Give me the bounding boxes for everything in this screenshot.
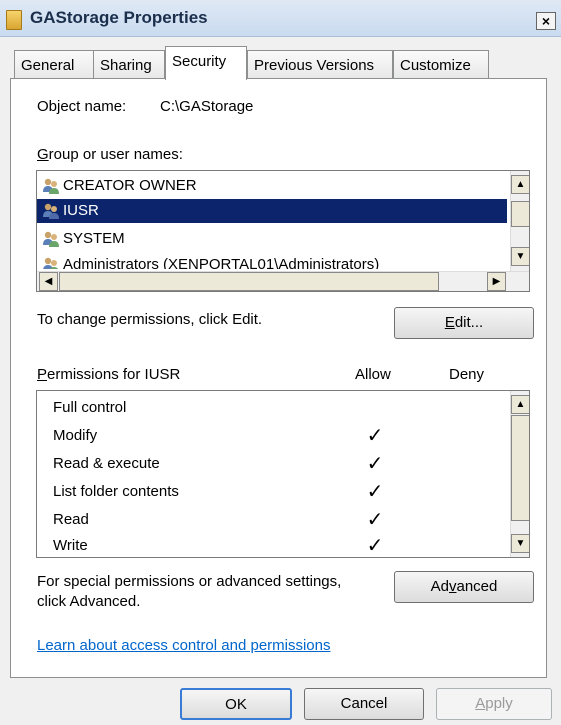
users-hscrollbar[interactable]: ◀ ▶ bbox=[37, 271, 529, 291]
tab-customize[interactable]: Customize bbox=[393, 50, 489, 78]
allow-check-read: ✓ bbox=[366, 509, 384, 531]
allow-check-write: ✓ bbox=[366, 535, 384, 557]
permission-full-control: Full control bbox=[53, 399, 127, 416]
permission-read: Read bbox=[53, 511, 89, 528]
permission-modify: Modify bbox=[53, 427, 98, 444]
list-item-system[interactable]: SYSTEM bbox=[37, 227, 507, 251]
advanced-button[interactable]: Advanced bbox=[394, 571, 534, 603]
users-icon bbox=[43, 231, 59, 247]
permission-list-folder-contents: List folder contents bbox=[53, 483, 179, 500]
scroll-down-icon[interactable]: ▼ bbox=[511, 247, 529, 266]
users-icon bbox=[43, 257, 59, 269]
group-names-label: Group or user names: bbox=[37, 146, 183, 163]
permissions-vscrollbar[interactable]: ▲ ▼ bbox=[510, 391, 529, 557]
permission-read-execute: Read & execute bbox=[53, 455, 160, 472]
special-permissions-text-1: For special permissions or advanced sett… bbox=[37, 573, 342, 590]
change-permissions-hint: To change permissions, click Edit. bbox=[37, 311, 263, 328]
title-bar: GAStorage Properties × bbox=[0, 0, 561, 37]
users-icon bbox=[43, 203, 59, 219]
special-permissions-text-2: click Advanced. bbox=[37, 593, 141, 610]
scroll-left-icon[interactable]: ◀ bbox=[39, 272, 58, 291]
window-title: GAStorage Properties bbox=[30, 8, 208, 27]
learn-access-control-link[interactable]: Learn about access control and permissio… bbox=[37, 637, 331, 654]
users-icon bbox=[43, 178, 59, 194]
tab-previous-versions[interactable]: Previous Versions bbox=[247, 50, 393, 78]
edit-button[interactable]: Edit... bbox=[394, 307, 534, 339]
users-listbox[interactable]: CREATOR OWNER IUSR SYSTEM Administrators… bbox=[36, 170, 530, 292]
scroll-up-icon[interactable]: ▲ bbox=[511, 395, 529, 414]
permission-write: Write bbox=[53, 537, 88, 554]
deny-header: Deny bbox=[449, 366, 485, 383]
list-item-iusr[interactable]: IUSR bbox=[37, 199, 507, 223]
ok-button[interactable]: OK bbox=[180, 688, 292, 720]
tab-sharing[interactable]: Sharing bbox=[93, 50, 165, 78]
allow-check-read-execute: ✓ bbox=[366, 453, 384, 475]
scroll-right-icon[interactable]: ▶ bbox=[487, 272, 506, 291]
permissions-label: Permissions for IUSR bbox=[37, 366, 181, 383]
scroll-up-icon[interactable]: ▲ bbox=[511, 175, 529, 194]
tab-general[interactable]: General bbox=[14, 50, 94, 78]
cancel-button[interactable]: Cancel bbox=[304, 688, 424, 720]
hscroll-thumb[interactable] bbox=[59, 272, 439, 291]
scroll-thumb[interactable] bbox=[511, 201, 529, 227]
allow-check-modify: ✓ bbox=[366, 425, 384, 447]
list-item-creator-owner[interactable]: CREATOR OWNER bbox=[37, 174, 507, 198]
object-name-label: Object name: bbox=[37, 98, 127, 115]
object-name-value: C:\GAStorage bbox=[160, 98, 254, 115]
allow-check-full-control bbox=[363, 396, 387, 420]
folder-icon bbox=[6, 10, 22, 30]
users-vscrollbar[interactable]: ▲ ▼ bbox=[510, 171, 529, 271]
scroll-thumb[interactable] bbox=[511, 415, 529, 521]
tab-security[interactable]: Security bbox=[165, 46, 247, 80]
permissions-listbox: Full control Modify ✓ Read & execute ✓ L… bbox=[36, 390, 530, 558]
scroll-down-icon[interactable]: ▼ bbox=[511, 534, 529, 553]
close-button[interactable]: × bbox=[536, 12, 556, 30]
allow-header: Allow bbox=[355, 366, 391, 383]
apply-button[interactable]: Apply bbox=[436, 688, 552, 720]
allow-check-list-folder-contents: ✓ bbox=[366, 481, 384, 503]
list-item-administrators[interactable]: Administrators (XENPORTAL01\Administrato… bbox=[37, 253, 507, 269]
